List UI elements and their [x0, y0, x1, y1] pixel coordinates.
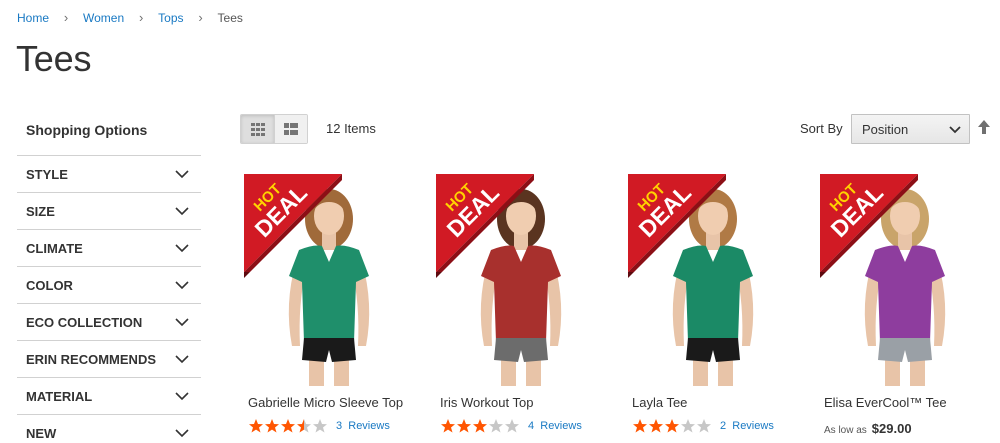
sort-by-label: Sort By	[800, 121, 843, 136]
filter-erin-recommends[interactable]: ERIN RECOMMENDS	[17, 340, 201, 377]
view-mode-switcher	[240, 114, 308, 144]
rating-stars	[632, 418, 712, 433]
sort-by-select[interactable]: Position	[851, 114, 970, 144]
star-empty-icon	[697, 419, 711, 433]
star-filled-icon	[249, 419, 263, 433]
star-filled-icon	[649, 419, 663, 433]
filter-label: COLOR	[26, 277, 73, 293]
reviews-label: Reviews	[348, 419, 390, 432]
star-empty-icon	[505, 419, 519, 433]
filter-label: CLIMATE	[26, 240, 83, 256]
chevron-down-icon	[175, 206, 189, 215]
chevron-down-icon	[175, 391, 189, 400]
star-filled-icon	[281, 419, 295, 433]
star-empty-icon	[489, 419, 503, 433]
star-empty-icon	[313, 419, 327, 433]
product-rating: 2 Reviews	[632, 418, 774, 433]
star-filled-icon	[441, 419, 455, 433]
chevron-right-icon: ›	[138, 10, 144, 25]
chevron-down-icon	[175, 169, 189, 178]
arrow-up-icon[interactable]	[978, 120, 990, 134]
filter-list: STYLE SIZE CLIMATE COLOR ECO COLLECTION ERIN …	[17, 155, 201, 443]
chevron-down-icon	[175, 354, 189, 363]
sidebar-title: Shopping Options	[26, 122, 148, 138]
filter-climate[interactable]: CLIMATE	[17, 229, 201, 266]
reviews-link[interactable]: 4 Reviews	[528, 420, 582, 432]
shopping-options-sidebar: Shopping Options STYLE SIZE CLIMATE COLOR EC…	[17, 112, 201, 443]
filter-label: STYLE	[26, 166, 68, 182]
star-filled-icon	[265, 419, 279, 433]
chevron-down-icon	[175, 280, 189, 289]
grid-view-button[interactable]	[241, 115, 274, 143]
filter-eco-collection[interactable]: ECO COLLECTION	[17, 303, 201, 340]
page-title: Tees	[16, 38, 92, 79]
list-view-button[interactable]	[274, 115, 307, 143]
filter-label: ECO COLLECTION	[26, 314, 143, 330]
list-icon	[284, 123, 298, 135]
items-count: 12 Items	[326, 121, 376, 136]
product-name-link[interactable]: Elisa EverCool™ Tee	[824, 395, 947, 410]
sort-selected-value: Position	[862, 121, 909, 137]
product-rating: 3 Reviews	[248, 418, 390, 433]
reviews-link[interactable]: 3 Reviews	[336, 420, 390, 432]
star-filled-icon	[457, 419, 471, 433]
product-name-link[interactable]: Layla Tee	[632, 395, 687, 410]
breadcrumb: Home › Women › Tops › Tees	[17, 10, 243, 25]
rating-stars	[440, 418, 520, 433]
filter-color[interactable]: COLOR	[17, 266, 201, 303]
filter-material[interactable]: MATERIAL	[17, 377, 201, 414]
filter-style[interactable]: STYLE	[17, 155, 201, 192]
star-filled-icon	[473, 419, 487, 433]
chevron-down-icon	[175, 243, 189, 252]
product-grid: HOT DEAL Gabrielle Micro Sleeve Top 3 Rev…	[240, 174, 1000, 443]
filter-label: NEW	[26, 425, 57, 441]
reviews-label: Reviews	[732, 419, 774, 432]
filter-size[interactable]: SIZE	[17, 192, 201, 229]
product-name-link[interactable]: Gabrielle Micro Sleeve Top	[248, 395, 403, 410]
price-label: As low as	[824, 425, 867, 436]
filter-label: SIZE	[26, 203, 55, 219]
filter-new[interactable]: NEW	[17, 414, 201, 443]
star-filled-icon	[665, 419, 679, 433]
product-card[interactable]: HOT DEAL Layla Tee 2 Reviews	[628, 174, 808, 433]
star-empty-icon	[681, 419, 695, 433]
star-half-icon	[297, 419, 311, 433]
star-filled-icon	[633, 419, 647, 433]
chevron-down-icon	[949, 126, 961, 134]
filter-label: MATERIAL	[26, 388, 93, 404]
product-image[interactable]: HOT DEAL	[244, 174, 414, 386]
product-photo: HOT DEAL	[244, 174, 414, 386]
chevron-down-icon	[175, 317, 189, 326]
chevron-right-icon: ›	[198, 10, 203, 25]
product-rating: 4 Reviews	[440, 418, 582, 433]
rating-stars	[248, 418, 328, 433]
product-name-link[interactable]: Iris Workout Top	[440, 395, 533, 410]
grid-icon	[250, 122, 265, 136]
reviews-label: Reviews	[540, 419, 582, 432]
chevron-down-icon	[175, 428, 189, 437]
chevron-right-icon: ›	[63, 10, 69, 25]
breadcrumb-tops[interactable]: Tops	[158, 11, 183, 25]
product-image[interactable]: HOT DEAL	[820, 174, 990, 386]
product-price: $29.00	[871, 421, 912, 436]
product-image[interactable]: HOT DEAL	[436, 174, 606, 386]
product-photo: HOT DEAL	[820, 174, 990, 386]
filter-label: ERIN RECOMMENDS	[26, 351, 157, 367]
product-card[interactable]: HOT DEAL Gabrielle Micro Sleeve Top 3 Rev…	[244, 174, 424, 433]
toolbar: 12 Items Sort By Position	[240, 114, 1000, 146]
product-image[interactable]: HOT DEAL	[628, 174, 798, 386]
breadcrumb-current: Tees	[217, 10, 243, 25]
price-box: As low as $29.00	[824, 421, 912, 436]
breadcrumb-home[interactable]: Home	[17, 11, 49, 25]
breadcrumb-women[interactable]: Women	[83, 11, 124, 25]
reviews-link[interactable]: 2 Reviews	[720, 420, 774, 432]
product-photo: HOT DEAL	[436, 174, 606, 386]
product-photo: HOT DEAL	[628, 174, 798, 386]
product-card[interactable]: HOT DEAL Elisa EverCool™ Tee As low as $29…	[820, 174, 1000, 436]
product-card[interactable]: HOT DEAL Iris Workout Top 4 Reviews	[436, 174, 616, 433]
